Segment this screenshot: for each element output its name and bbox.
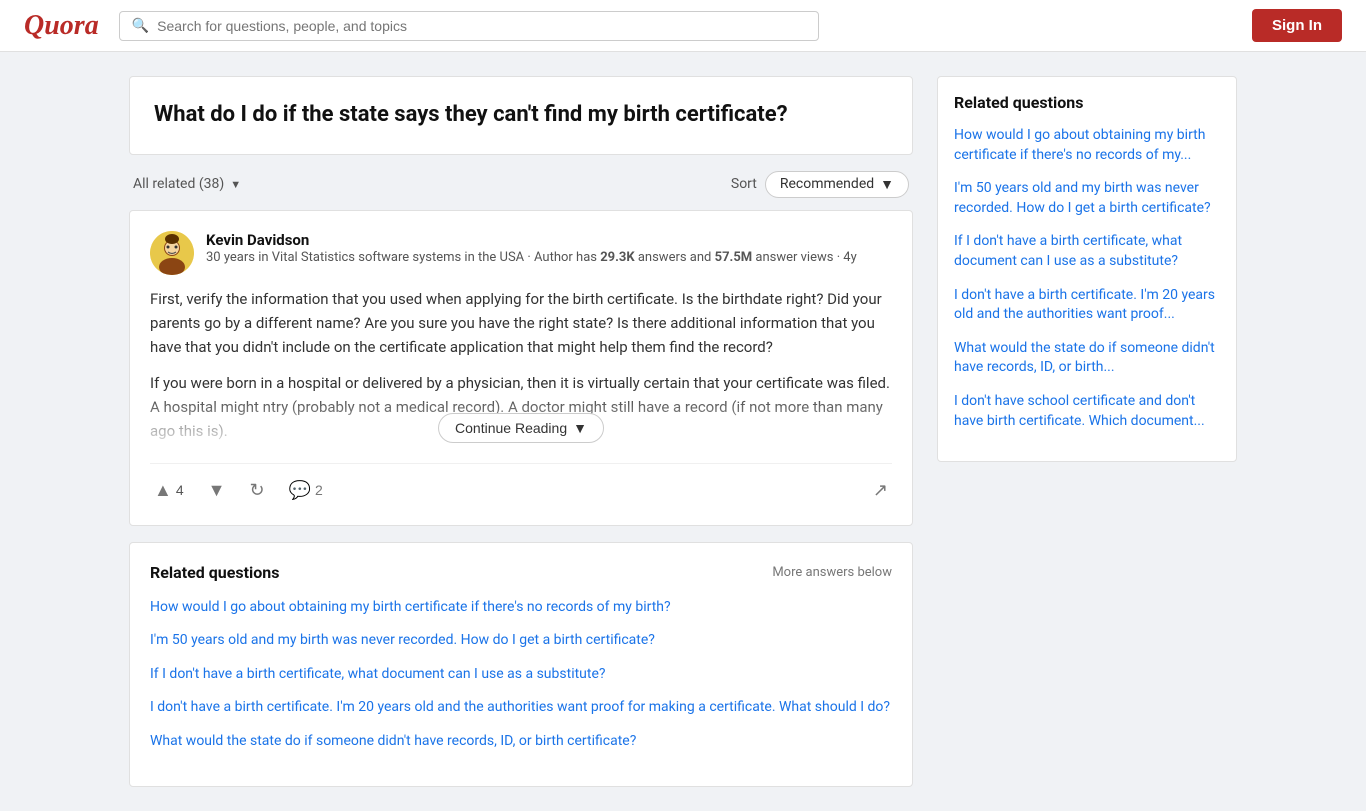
more-answers-label: More answers below <box>772 565 892 580</box>
site-header: Quora 🔍 Sign In <box>0 0 1366 52</box>
sidebar-link-1[interactable]: How would I go about obtaining my birth … <box>954 126 1220 165</box>
chevron-down-icon: ▼ <box>230 178 241 191</box>
answer-text-main: First, verify the information that you u… <box>150 287 892 359</box>
author-row: Kevin Davidson 30 years in Vital Statist… <box>150 231 892 275</box>
share-icon: ↗ <box>873 480 888 501</box>
continue-reading-button[interactable]: Continue Reading ▼ <box>438 413 604 443</box>
related-inline-link-2[interactable]: I'm 50 years old and my birth was never … <box>150 631 892 651</box>
author-name[interactable]: Kevin Davidson <box>206 231 857 249</box>
answer-text-faded: If you were born in a hospital or delive… <box>150 371 892 451</box>
sort-dropdown[interactable]: Recommended ▼ <box>765 171 909 198</box>
author-bio: 30 years in Vital Statistics software sy… <box>206 249 857 267</box>
sort-area: Sort Recommended ▼ <box>731 171 909 198</box>
sidebar-link-2[interactable]: I'm 50 years old and my birth was never … <box>954 179 1220 218</box>
downvote-icon: ▼ <box>208 480 226 501</box>
answer-card: Kevin Davidson 30 years in Vital Statist… <box>129 210 913 526</box>
filters-bar: All related (38) ▼ Sort Recommended ▼ <box>129 171 913 198</box>
quora-logo[interactable]: Quora <box>24 10 99 42</box>
sidebar-link-6[interactable]: I don't have school certificate and don'… <box>954 392 1220 431</box>
header-right: Sign In <box>1252 9 1342 42</box>
sidebar-link-5[interactable]: What would the state do if someone didn'… <box>954 339 1220 378</box>
upvote-icon: ▲ <box>154 480 172 501</box>
sidebar-link-4[interactable]: I don't have a birth certificate. I'm 20… <box>954 286 1220 325</box>
repost-icon: ↻ <box>249 480 264 501</box>
sidebar-title: Related questions <box>954 93 1220 112</box>
repost-button[interactable]: ↻ <box>245 476 268 505</box>
upvote-count: 4 <box>176 482 184 498</box>
question-title: What do I do if the state says they can'… <box>154 101 888 130</box>
related-inline-link-3[interactable]: If I don't have a birth certificate, wha… <box>150 665 892 685</box>
all-related-filter[interactable]: All related (38) ▼ <box>133 176 241 192</box>
sidebar-link-3[interactable]: If I don't have a birth certificate, wha… <box>954 232 1220 271</box>
sidebar: Related questions How would I go about o… <box>937 76 1237 787</box>
sidebar-card: Related questions How would I go about o… <box>937 76 1237 462</box>
sign-in-button[interactable]: Sign In <box>1252 9 1342 42</box>
downvote-button[interactable]: ▼ <box>204 476 230 505</box>
upvote-button[interactable]: ▲ 4 <box>150 476 188 505</box>
related-inline-title: Related questions <box>150 563 279 582</box>
related-inline-link-5[interactable]: What would the state do if someone didn'… <box>150 732 892 752</box>
comment-icon: 💬 <box>289 480 311 501</box>
question-card: What do I do if the state says they can'… <box>129 76 913 155</box>
related-inline-header: Related questions More answers below <box>150 563 892 582</box>
comment-count: 2 <box>315 482 323 498</box>
all-related-label: All related (38) <box>133 176 224 192</box>
related-inline-link-4[interactable]: I don't have a birth certificate. I'm 20… <box>150 698 892 718</box>
comment-button[interactable]: 💬 2 <box>285 476 327 505</box>
search-bar: 🔍 <box>119 11 819 41</box>
search-icon: 🔍 <box>132 18 149 34</box>
related-inline-card: Related questions More answers below How… <box>129 542 913 787</box>
chevron-down-icon: ▼ <box>880 176 894 193</box>
related-inline-link-1[interactable]: How would I go about obtaining my birth … <box>150 598 892 618</box>
sort-label: Sort <box>731 176 757 192</box>
share-button[interactable]: ↗ <box>869 476 892 505</box>
action-row: ▲ 4 ▼ ↻ 💬 2 ↗ <box>150 463 892 505</box>
recommended-label: Recommended <box>780 176 874 192</box>
search-input[interactable] <box>157 18 806 34</box>
main-container: What do I do if the state says they can'… <box>113 52 1253 811</box>
content-area: What do I do if the state says they can'… <box>129 76 913 787</box>
avatar <box>150 231 194 275</box>
chevron-down-icon: ▼ <box>573 420 587 436</box>
author-info: Kevin Davidson 30 years in Vital Statist… <box>206 231 857 267</box>
